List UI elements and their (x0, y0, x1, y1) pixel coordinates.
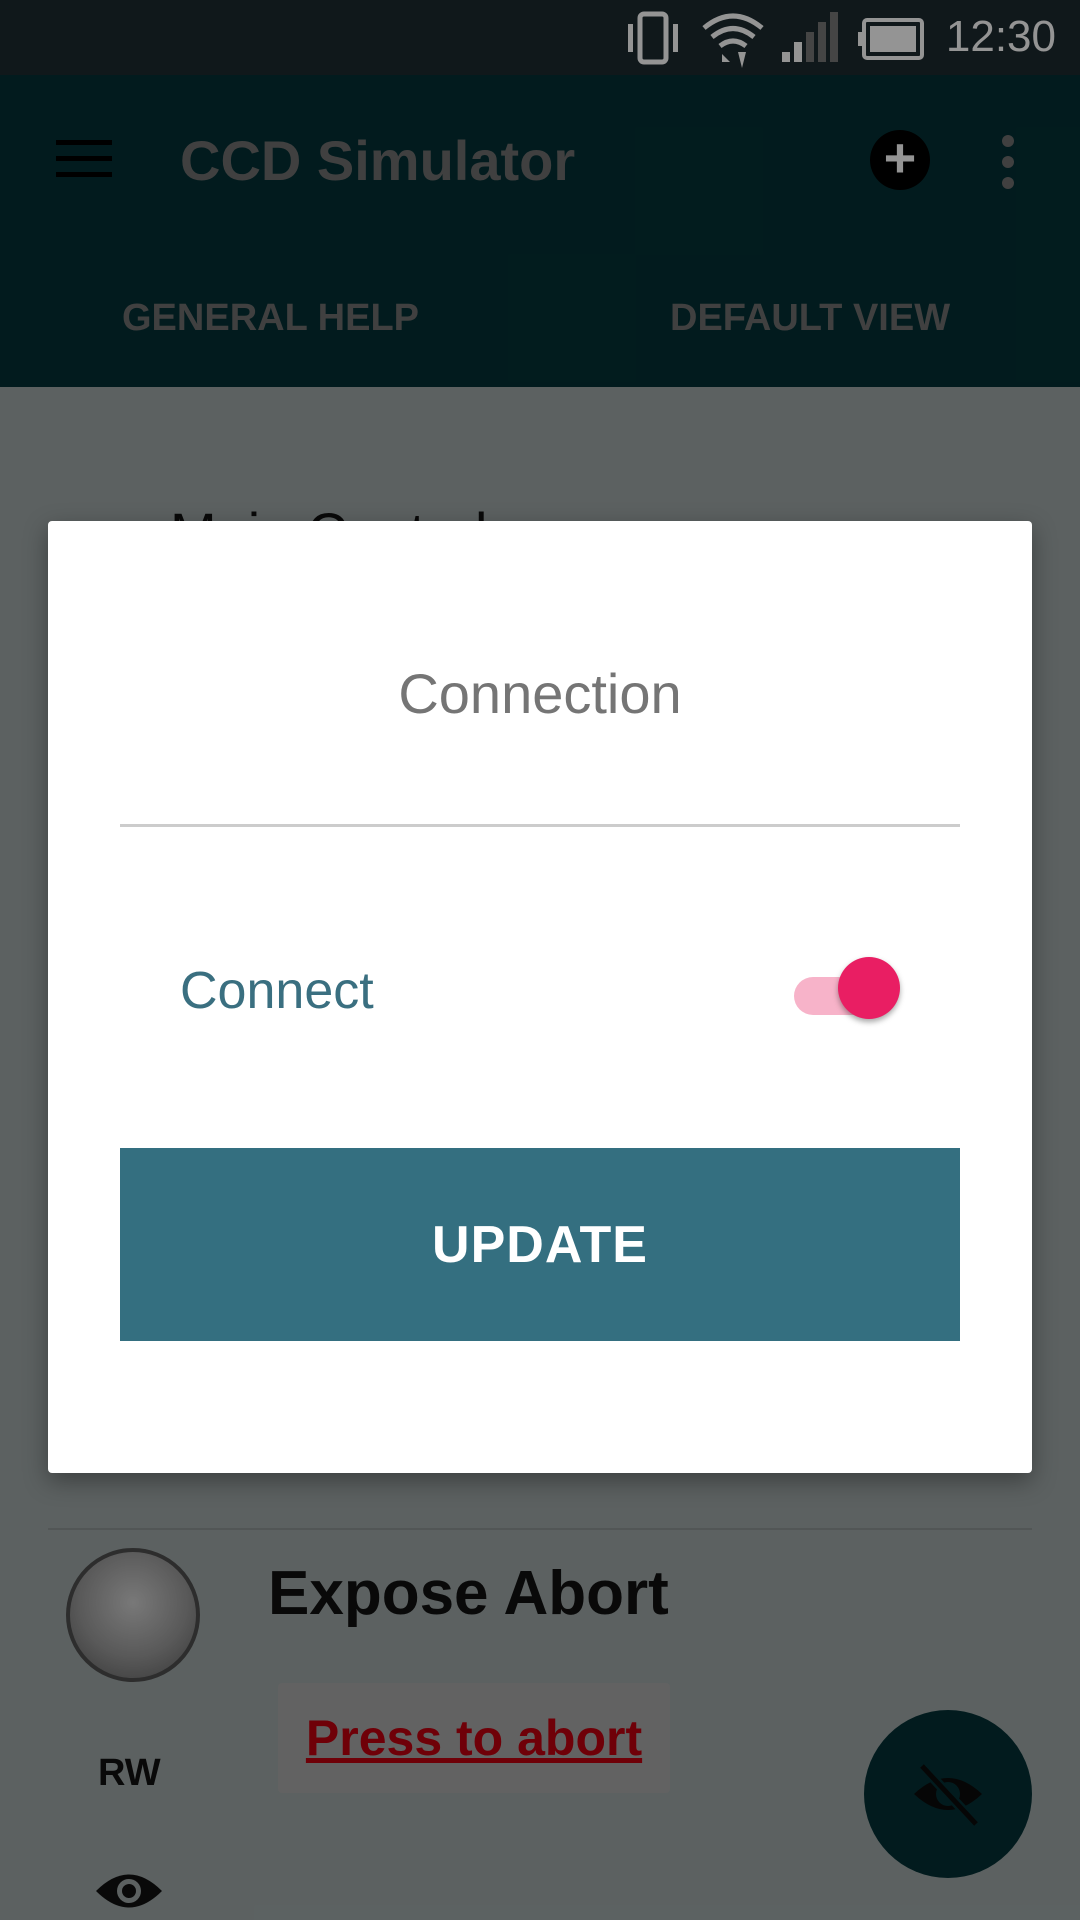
connect-label: Connect (180, 962, 374, 1020)
dialog-divider (120, 824, 960, 827)
dialog-title: Connection (398, 662, 682, 725)
update-button[interactable]: UPDATE (120, 1148, 960, 1341)
switch-thumb (838, 957, 900, 1019)
connect-switch[interactable] (788, 957, 900, 1027)
connection-dialog: Connection Connect UPDATE (48, 521, 1032, 1473)
